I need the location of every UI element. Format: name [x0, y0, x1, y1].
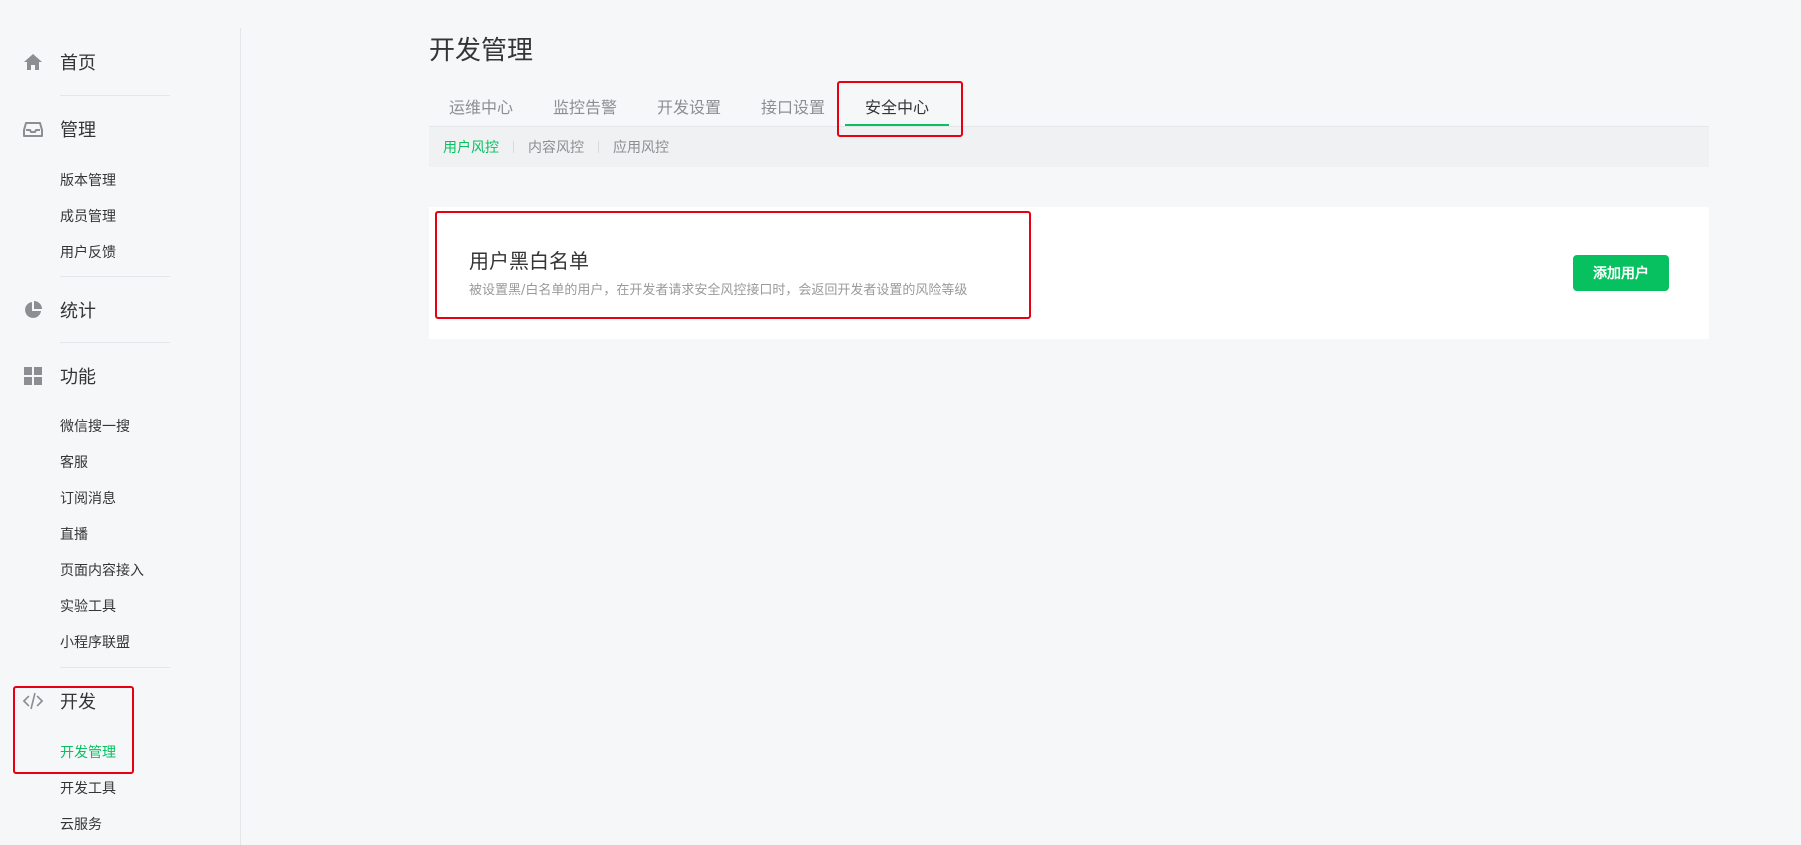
active-tab-indicator	[845, 124, 949, 126]
sidebar-item-features[interactable]: 功能	[0, 358, 240, 394]
sidebar-subitem-dev-tools[interactable]: 开发工具	[60, 778, 116, 798]
sidebar-subitem-dev-management[interactable]: 开发管理	[60, 742, 116, 762]
inbox-icon	[23, 119, 43, 139]
tab-dev-settings[interactable]: 开发设置	[657, 94, 721, 118]
subtab-bar: 用户风控 内容风控 应用风控	[429, 127, 1709, 167]
sidebar-item-label: 开发	[60, 692, 96, 713]
divider	[60, 276, 170, 277]
divider	[60, 667, 170, 668]
subtab-app-risk[interactable]: 应用风控	[613, 137, 669, 157]
sidebar-item-home[interactable]: 首页	[0, 44, 240, 80]
pie-chart-icon	[23, 300, 43, 320]
home-icon	[23, 52, 43, 72]
tab-security-center[interactable]: 安全中心	[865, 94, 929, 118]
sidebar-subitem-page-content[interactable]: 页面内容接入	[60, 560, 144, 580]
sidebar-subitem-member-management[interactable]: 成员管理	[60, 206, 116, 226]
sidebar-subitem-mini-program-alliance[interactable]: 小程序联盟	[60, 632, 130, 652]
sidebar-subitem-wechat-search[interactable]: 微信搜一搜	[60, 416, 130, 436]
tab-bar: 运维中心 监控告警 开发设置 接口设置 安全中心	[429, 82, 1709, 127]
sidebar-subitem-cloud-service[interactable]: 云服务	[60, 814, 102, 834]
divider	[60, 342, 170, 343]
sidebar-subitem-live[interactable]: 直播	[60, 524, 88, 544]
subtab-divider	[513, 141, 514, 153]
sidebar-item-dev[interactable]: 开发	[0, 683, 240, 719]
tab-monitoring-alerts[interactable]: 监控告警	[553, 94, 617, 118]
subtab-content-risk[interactable]: 内容风控	[528, 137, 584, 157]
sidebar-item-label: 统计	[60, 301, 96, 322]
sidebar-item-manage[interactable]: 管理	[0, 111, 240, 147]
sidebar-item-label: 首页	[60, 53, 96, 74]
code-icon	[23, 691, 43, 711]
sidebar: 首页 管理 版本管理 成员管理 用户反馈 统计 功能 微信搜一搜 客服 订阅消息…	[0, 0, 240, 845]
card-title: 用户黑白名单	[469, 249, 589, 273]
card-description: 被设置黑/白名单的用户，在开发者请求安全风控接口时，会返回开发者设置的风险等级	[469, 283, 968, 298]
sidebar-subitem-experiment-tools[interactable]: 实验工具	[60, 596, 116, 616]
sidebar-border	[240, 28, 241, 845]
subtab-user-risk[interactable]: 用户风控	[443, 137, 499, 157]
sidebar-subitem-customer-service[interactable]: 客服	[60, 452, 88, 472]
sidebar-subitem-subscription-messages[interactable]: 订阅消息	[60, 488, 116, 508]
divider	[60, 95, 170, 96]
sidebar-item-stats[interactable]: 统计	[0, 292, 240, 328]
subtab-divider	[598, 141, 599, 153]
page-title: 开发管理	[429, 36, 534, 66]
sidebar-subitem-version-management[interactable]: 版本管理	[60, 170, 116, 190]
sidebar-item-label: 功能	[60, 367, 96, 388]
tab-ops-center[interactable]: 运维中心	[449, 94, 513, 118]
tab-api-settings[interactable]: 接口设置	[761, 94, 825, 118]
add-user-button[interactable]: 添加用户	[1573, 255, 1669, 291]
grid-icon	[23, 366, 43, 386]
blacklist-card: 用户黑白名单 被设置黑/白名单的用户，在开发者请求安全风控接口时，会返回开发者设…	[429, 207, 1709, 339]
sidebar-item-label: 管理	[60, 120, 96, 141]
sidebar-subitem-user-feedback[interactable]: 用户反馈	[60, 242, 116, 262]
